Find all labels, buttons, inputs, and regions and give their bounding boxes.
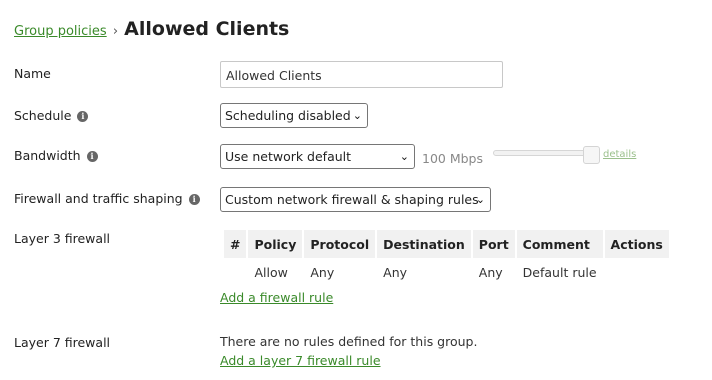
- column-header-actions: Actions: [604, 230, 669, 258]
- column-header-protocol: Protocol: [304, 230, 376, 258]
- schedule-label: Schedule: [14, 108, 72, 123]
- schedule-label-row: Schedule i: [14, 108, 89, 123]
- bandwidth-details-link[interactable]: details: [603, 149, 636, 160]
- cell-comment: Default rule: [522, 264, 597, 280]
- bandwidth-label-row: Bandwidth i: [14, 148, 98, 163]
- add-firewall-rule-link[interactable]: Add a firewall rule: [220, 290, 333, 305]
- layer7-empty-message: There are no rules defined for this grou…: [220, 334, 478, 349]
- layer3-rules-table: # Policy Protocol Destination Port Comme…: [222, 230, 671, 286]
- column-header-destination: Destination: [377, 230, 471, 258]
- firewall-label-row: Firewall and traffic shaping i: [14, 191, 200, 206]
- bandwidth-select-value: Use network default: [225, 149, 352, 164]
- breadcrumb-separator: ›: [112, 24, 119, 39]
- info-icon[interactable]: i: [188, 194, 200, 205]
- name-label: Name: [14, 66, 51, 81]
- column-header-comment: Comment: [516, 230, 603, 258]
- bandwidth-slider-track[interactable]: [493, 150, 597, 156]
- schedule-select-value: Scheduling disabled: [225, 108, 351, 123]
- bandwidth-slider-handle[interactable]: [583, 146, 600, 164]
- cell-policy: Allow: [254, 264, 288, 280]
- cell-actions: [605, 258, 669, 286]
- add-layer7-rule-link[interactable]: Add a layer 7 firewall rule: [220, 353, 381, 368]
- page-title: Allowed Clients: [124, 18, 290, 40]
- column-header-port: Port: [472, 230, 515, 258]
- column-header-policy: Policy: [248, 230, 303, 258]
- schedule-select[interactable]: Scheduling disabled ⌄: [220, 103, 368, 128]
- table-row: Allow Any Any Any Default rule: [224, 258, 669, 286]
- info-icon[interactable]: i: [86, 151, 98, 162]
- chevron-down-icon: ⌄: [475, 193, 485, 206]
- breadcrumb: Group policies › Allowed Clients: [14, 18, 289, 40]
- name-input[interactable]: Allowed Clients: [220, 61, 503, 88]
- column-header-number: #: [224, 230, 247, 258]
- layer3-label: Layer 3 firewall: [14, 231, 111, 246]
- cell-protocol: Any: [310, 264, 335, 280]
- firewall-select[interactable]: Custom network firewall & shaping rules …: [220, 187, 491, 212]
- info-icon[interactable]: i: [77, 111, 89, 122]
- bandwidth-select[interactable]: Use network default ⌄: [220, 144, 415, 169]
- cell-port: Any: [478, 264, 503, 280]
- table-header-row: # Policy Protocol Destination Port Comme…: [224, 230, 669, 258]
- cell-number: [224, 258, 246, 286]
- firewall-label: Firewall and traffic shaping: [14, 191, 183, 206]
- layer7-label: Layer 7 firewall: [14, 335, 111, 350]
- bandwidth-rate: 100 Mbps: [422, 151, 483, 166]
- chevron-down-icon: ⌄: [352, 109, 362, 122]
- chevron-down-icon: ⌄: [399, 150, 409, 163]
- cell-destination: Any: [383, 264, 408, 280]
- breadcrumb-group-policies-link[interactable]: Group policies: [14, 24, 107, 39]
- bandwidth-label: Bandwidth: [14, 148, 81, 163]
- firewall-select-value: Custom network firewall & shaping rules: [225, 192, 479, 207]
